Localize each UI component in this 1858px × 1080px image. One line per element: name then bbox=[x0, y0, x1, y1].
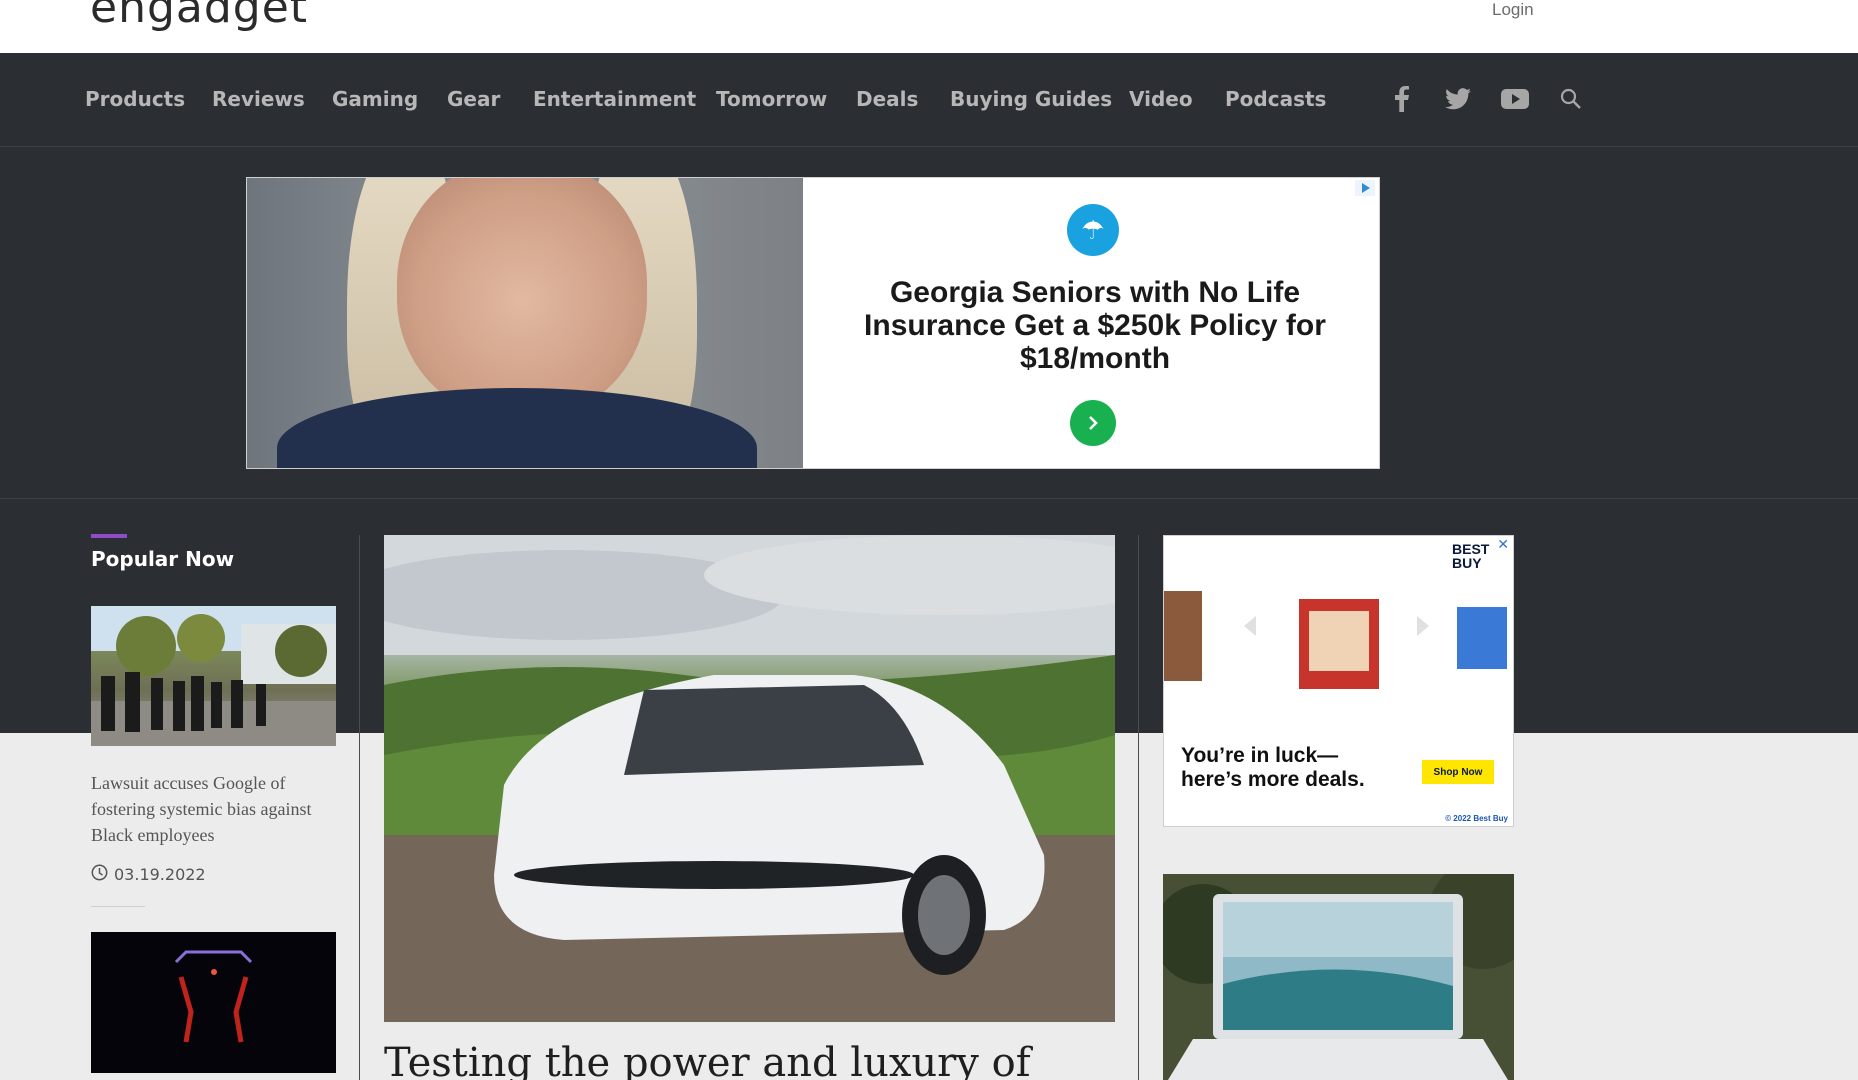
login-link[interactable]: Login bbox=[1492, 0, 1534, 20]
nav-item-deals[interactable]: Deals bbox=[856, 87, 918, 111]
laptop-article-image[interactable] bbox=[1163, 874, 1514, 1080]
bestbuy-copyright: © 2022 Best Buy bbox=[1445, 814, 1508, 823]
twitter-icon[interactable] bbox=[1442, 83, 1474, 115]
item-divider bbox=[91, 906, 145, 907]
popular-now-heading: Popular Now bbox=[91, 547, 235, 571]
facebook-icon[interactable] bbox=[1386, 83, 1418, 115]
popular-item-thumbnail[interactable] bbox=[91, 606, 336, 746]
column-divider-left bbox=[359, 535, 360, 1080]
nav-item-reviews[interactable]: Reviews bbox=[212, 87, 305, 111]
popular-item-title[interactable]: Lawsuit accuses Google of fostering syst… bbox=[91, 770, 341, 848]
product-nba-image[interactable] bbox=[1457, 607, 1507, 669]
nav-item-products[interactable]: Products bbox=[85, 87, 185, 111]
hero-article-title[interactable]: Testing the power and luxury of bbox=[384, 1040, 1031, 1080]
shop-now-button[interactable]: Shop Now bbox=[1422, 760, 1494, 784]
main-nav: Products Reviews Gaming Gear Entertainme… bbox=[0, 53, 1858, 147]
nav-item-tomorrow[interactable]: Tomorrow bbox=[716, 87, 827, 111]
nav-item-podcasts[interactable]: Podcasts bbox=[1225, 87, 1326, 111]
popular-item-date: 03.19.2022 bbox=[91, 864, 206, 885]
popular-accent-bar bbox=[91, 534, 127, 538]
bestbuy-tagline: You’re in luck—here’s more deals. bbox=[1181, 744, 1365, 791]
column-divider-right bbox=[1138, 535, 1139, 1080]
insurance-ad-banner[interactable]: ☂ Georgia Seniors with No Life Insurance… bbox=[246, 177, 1380, 469]
nav-item-video[interactable]: Video bbox=[1129, 87, 1193, 111]
top-bar: engadget Login bbox=[0, 0, 1858, 53]
arrow-right-icon[interactable] bbox=[1070, 400, 1116, 446]
hero-article-image[interactable] bbox=[384, 535, 1115, 1022]
search-icon[interactable] bbox=[1555, 83, 1587, 115]
carousel-prev-icon[interactable] bbox=[1244, 616, 1256, 636]
nav-item-entertainment[interactable]: Entertainment bbox=[533, 87, 696, 111]
ad-photo bbox=[247, 178, 803, 468]
ad-headline: Georgia Seniors with No Life Insurance G… bbox=[864, 276, 1326, 375]
close-icon[interactable]: ✕ bbox=[1497, 536, 1509, 553]
nav-item-buying-guides[interactable]: Buying Guides bbox=[950, 87, 1112, 111]
nav-item-gaming[interactable]: Gaming bbox=[332, 87, 418, 111]
clock-icon bbox=[91, 864, 108, 885]
carousel-next-icon[interactable] bbox=[1417, 616, 1429, 636]
bestbuy-logo: BEST BUY bbox=[1452, 541, 1490, 571]
bestbuy-ad[interactable]: BEST BUY ✕ You’re in luck—here’s more de… bbox=[1163, 535, 1514, 827]
umbrella-logo-icon: ☂ bbox=[1067, 204, 1119, 256]
date-text: 03.19.2022 bbox=[114, 865, 206, 884]
nav-item-gear[interactable]: Gear bbox=[447, 87, 500, 111]
youtube-icon[interactable] bbox=[1499, 83, 1531, 115]
popular-item-thumbnail-2[interactable] bbox=[91, 932, 336, 1073]
product-pinball-image bbox=[1164, 591, 1202, 681]
site-logo[interactable]: engadget bbox=[90, 0, 308, 30]
adchoices-icon[interactable] bbox=[1355, 180, 1375, 196]
